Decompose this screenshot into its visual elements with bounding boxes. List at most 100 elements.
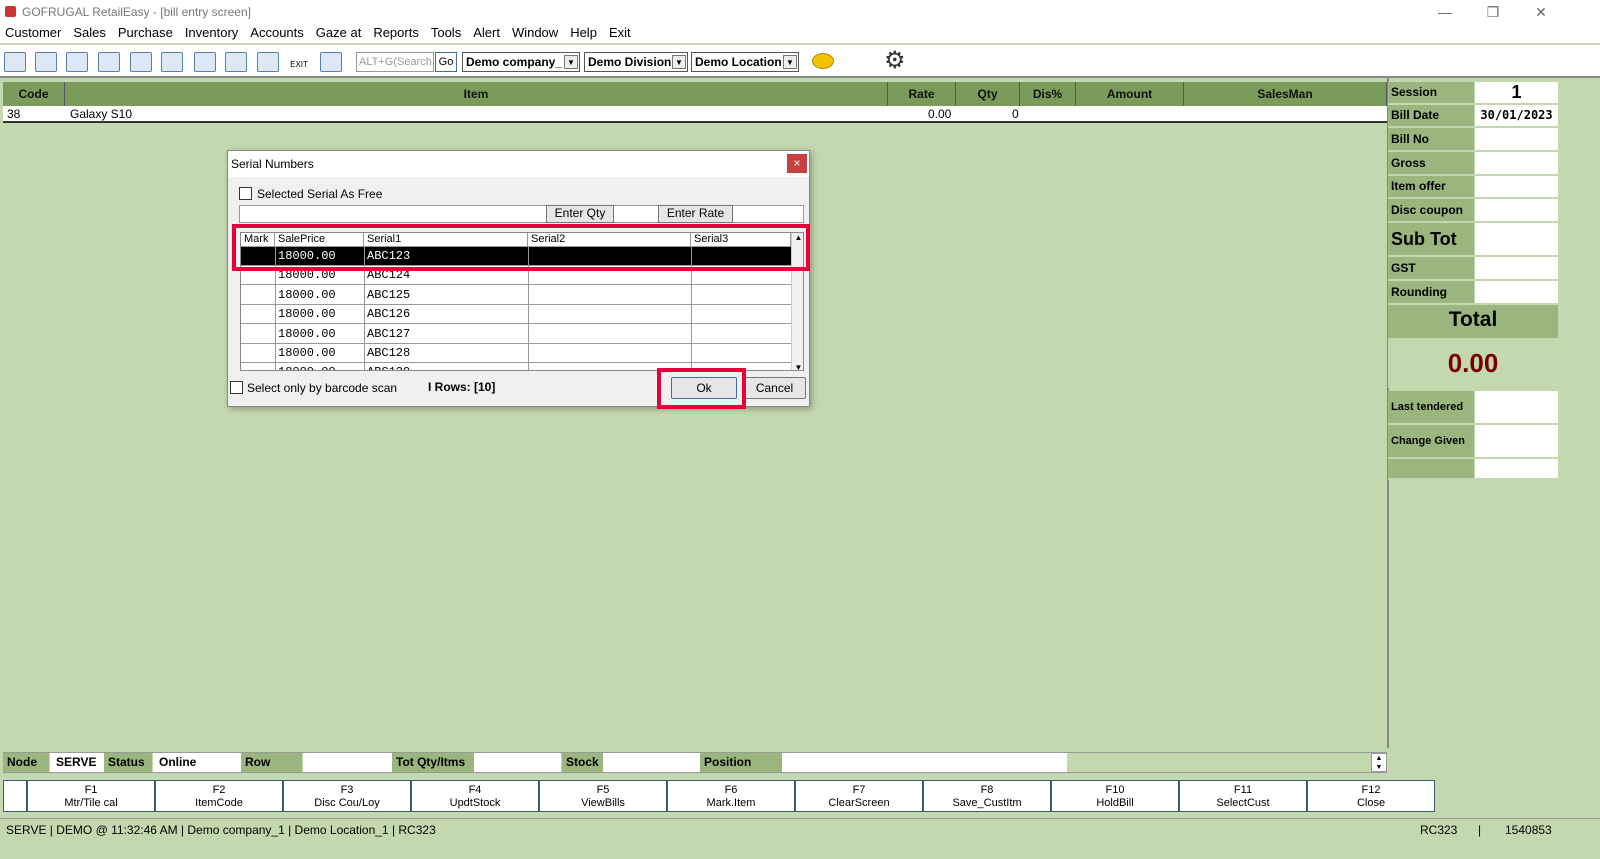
fkey-f5-button[interactable]: F5 ViewBills xyxy=(539,780,667,812)
session-value: 1 xyxy=(1475,82,1558,105)
serial-row[interactable]: 18000.00 ABC125 xyxy=(241,286,791,305)
menu-exit[interactable]: Exit xyxy=(604,24,638,43)
column-header-amount[interactable]: Amount xyxy=(1076,82,1184,106)
chevron-down-icon: ▼ xyxy=(564,55,578,69)
menu-customer[interactable]: Customer xyxy=(0,24,68,43)
fkey-f11-button[interactable]: F11 SelectCust xyxy=(1179,780,1307,812)
enter-rate-button[interactable]: Enter Rate xyxy=(658,205,733,223)
serial-row[interactable]: 18000.00 ABC128 xyxy=(241,344,791,363)
document-icon[interactable] xyxy=(161,52,183,72)
close-window-button[interactable]: ✕ xyxy=(1518,0,1564,24)
menu-window[interactable]: Window xyxy=(507,24,565,43)
fkey-label: Disc Cou/Loy xyxy=(314,797,380,809)
toolbar: EXIT ALT+G(Search Go Demo company_ ▼ Demo… xyxy=(0,45,1600,78)
report-icon[interactable] xyxy=(320,52,342,72)
menu-help[interactable]: Help xyxy=(565,24,604,43)
menu-reports[interactable]: Reports xyxy=(368,24,426,43)
qty-input[interactable] xyxy=(615,206,657,222)
customer-icon[interactable] xyxy=(66,52,88,72)
fkey-f1-button[interactable]: F1 Mtr/Tile cal xyxy=(27,780,155,812)
item-offer-value xyxy=(1475,176,1558,199)
location-select[interactable]: Demo Location ▼ xyxy=(691,52,799,72)
totqty-label: Tot Qty/Itms xyxy=(392,753,474,772)
chart-icon[interactable] xyxy=(257,52,279,72)
fkey-f8-button[interactable]: F8 Save_CustItm xyxy=(923,780,1051,812)
fkey-key: F3 xyxy=(340,784,354,796)
footer-bar: SERVE | DEMO @ 11:32:46 AM | Demo compan… xyxy=(0,818,1600,840)
fkey-key: F5 xyxy=(596,784,610,796)
cart-document-icon[interactable] xyxy=(194,52,216,72)
row-code: 38 xyxy=(7,107,21,121)
footer-separator: | xyxy=(1478,823,1482,837)
fkey-label: ItemCode xyxy=(195,797,243,809)
chevron-down-icon: ▼ xyxy=(672,55,686,69)
division-select[interactable]: Demo Division ▼ xyxy=(584,52,688,72)
fkey-f7-button[interactable]: F7 ClearScreen xyxy=(795,780,923,812)
fkey-f6-button[interactable]: F6 Mark.Item xyxy=(667,780,795,812)
status-spinner[interactable]: ▲ ▼ xyxy=(1371,753,1387,772)
bill-date-label: Bill Date xyxy=(1388,105,1474,128)
bill-icon[interactable] xyxy=(4,52,26,72)
column-header-salesman[interactable]: SalesMan xyxy=(1184,82,1387,106)
restore-button[interactable]: ❐ xyxy=(1470,0,1516,24)
folder-icon[interactable] xyxy=(225,52,247,72)
chat-icon[interactable] xyxy=(812,53,834,69)
go-button[interactable]: Go xyxy=(435,52,457,72)
fkey-f10-button[interactable]: F10 HoldBill xyxy=(1051,780,1179,812)
sale-price: 18000.00 xyxy=(278,365,336,370)
exit-icon[interactable]: EXIT xyxy=(288,52,310,72)
column-header-code[interactable]: Code xyxy=(3,82,65,106)
scroll-down-icon[interactable]: ▼ xyxy=(792,363,803,370)
footer-code: RC323 xyxy=(1420,823,1458,837)
column-header-rate[interactable]: Rate xyxy=(888,82,956,106)
fkey-key: F10 xyxy=(1105,784,1125,796)
empty-value xyxy=(1475,459,1558,480)
dialog-title: Serial Numbers × xyxy=(228,151,809,177)
stock-value xyxy=(603,753,700,772)
fkey-f4-button[interactable]: F4 UpdtStock xyxy=(411,780,539,812)
menu-inventory[interactable]: Inventory xyxy=(180,24,245,43)
menu-purchase[interactable]: Purchase xyxy=(113,24,180,43)
gross-value xyxy=(1475,152,1558,176)
fkey-f2-button[interactable]: F2 ItemCode xyxy=(155,780,283,812)
minimize-button[interactable]: — xyxy=(1422,0,1468,24)
close-icon[interactable]: × xyxy=(787,154,807,173)
enter-qty-button[interactable]: Enter Qty xyxy=(546,205,614,223)
fkey-f3-button[interactable]: F3 Disc Cou/Loy xyxy=(283,780,411,812)
rounding-value xyxy=(1475,281,1558,305)
footer-info: SERVE | DEMO @ 11:32:46 AM | Demo compan… xyxy=(6,823,436,837)
company-select[interactable]: Demo company_ ▼ xyxy=(462,52,580,72)
serial-row[interactable]: 18000.00 ABC126 xyxy=(241,305,791,325)
location-value: Demo Location xyxy=(695,55,782,69)
cancel-button[interactable]: Cancel xyxy=(743,377,806,399)
free-checkbox[interactable] xyxy=(239,187,252,200)
barcode-icon[interactable] xyxy=(98,52,120,72)
row-qty: 0 xyxy=(1012,107,1019,121)
column-header-qty[interactable]: Qty xyxy=(956,82,1020,106)
fkey-label: UpdtStock xyxy=(449,797,501,809)
serial1: ABC128 xyxy=(367,346,411,360)
menu-alert[interactable]: Alert xyxy=(468,24,507,43)
print-icon[interactable] xyxy=(130,52,152,72)
sale-price: 18000.00 xyxy=(278,346,336,360)
menu-sales[interactable]: Sales xyxy=(68,24,113,43)
column-header-dis[interactable]: Dis% xyxy=(1020,82,1076,106)
barcode-checkbox[interactable] xyxy=(230,381,243,394)
fkey-key: F11 xyxy=(1233,784,1253,796)
position-value xyxy=(782,753,1067,772)
menu-gaze-at[interactable]: Gaze at xyxy=(311,24,369,43)
serial-row[interactable]: 18000.00 ABC127 xyxy=(241,325,791,344)
table-row[interactable]: 38 Galaxy S10 0.00 0 xyxy=(3,106,1387,123)
fkey-key: F4 xyxy=(468,784,482,796)
menu-accounts[interactable]: Accounts xyxy=(245,24,310,43)
column-header-item[interactable]: Item xyxy=(65,82,888,106)
barcode-label: Select only by barcode scan xyxy=(247,381,398,395)
fkey-f12-button[interactable]: F12 Close xyxy=(1307,780,1435,812)
gear-icon[interactable]: ⚙ xyxy=(884,49,906,73)
fkey-key: F8 xyxy=(980,784,994,796)
cart-icon[interactable] xyxy=(35,52,57,72)
search-input[interactable]: ALT+G(Search xyxy=(356,52,434,72)
menu-tools[interactable]: Tools xyxy=(426,24,468,43)
company-value: Demo company_ xyxy=(466,55,563,69)
window-title: GOFRUGAL RetailEasy - [bill entry screen… xyxy=(22,5,251,19)
